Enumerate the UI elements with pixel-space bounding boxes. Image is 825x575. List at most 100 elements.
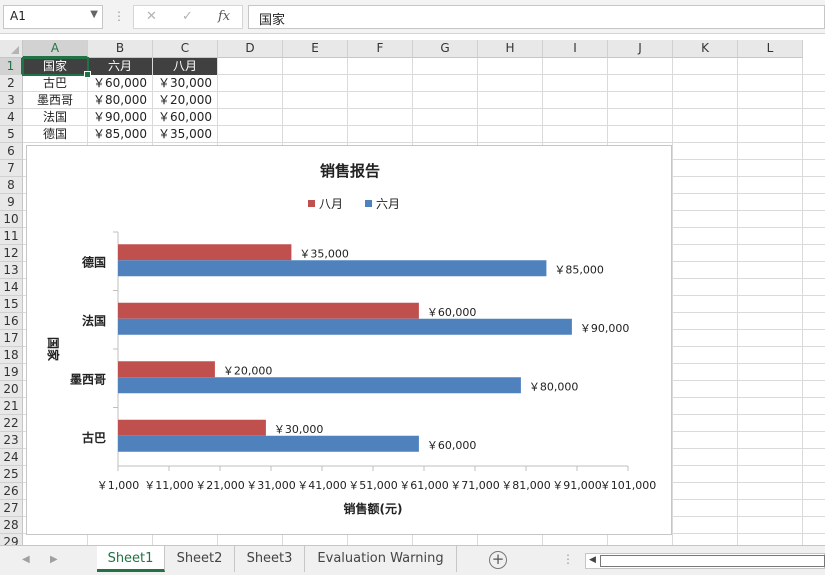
- row-header-26[interactable]: 26: [0, 483, 23, 500]
- cancel-icon[interactable]: ✕: [146, 9, 157, 24]
- table-cell[interactable]: 古巴: [23, 75, 87, 92]
- row-header-15[interactable]: 15: [0, 296, 23, 313]
- name-box-value: A1: [10, 9, 26, 23]
- y-tick-label: 法国: [82, 313, 106, 328]
- select-all-button[interactable]: [0, 40, 23, 58]
- column-header-b[interactable]: B: [88, 40, 153, 58]
- data-label: ￥35,000: [299, 247, 349, 260]
- x-tick-label: ￥51,000: [348, 479, 398, 492]
- formula-bar: A1 ▼ ⋮ ✕ ✓ fx 国家: [0, 0, 825, 34]
- row-header-24[interactable]: 24: [0, 449, 23, 466]
- row-header-22[interactable]: 22: [0, 415, 23, 432]
- table-cell[interactable]: ￥80,000: [88, 92, 152, 109]
- row-header-8[interactable]: 8: [0, 177, 23, 194]
- y-axis-title: 国家: [46, 337, 61, 362]
- column-header-l[interactable]: L: [738, 40, 803, 58]
- row-header-4[interactable]: 4: [0, 109, 23, 126]
- column-header-j[interactable]: J: [608, 40, 673, 58]
- column-header-g[interactable]: G: [413, 40, 478, 58]
- more-options-icon: ⋮: [113, 9, 125, 23]
- data-label: ￥60,000: [427, 306, 477, 319]
- chart-title: 销售报告: [320, 162, 380, 180]
- row-header-1[interactable]: 1: [0, 58, 23, 75]
- sheet-tab-3[interactable]: Sheet3: [235, 546, 305, 572]
- chart-svg: 销售报告八月 六月 ￥1,000 ￥11,000 ￥21,000 ￥31,000 ￥41,0…: [46, 162, 656, 516]
- sales-chart[interactable]: 销售报告 八月 六月 ￥1,000 ￥11,000 ￥21,000 ￥31,000 ￥41,0…: [26, 145, 672, 535]
- table-cell[interactable]: ￥20,000: [153, 92, 217, 109]
- function-icon[interactable]: fx: [218, 9, 230, 24]
- row-header-14[interactable]: 14: [0, 279, 23, 296]
- row-header-23[interactable]: 23: [0, 432, 23, 449]
- sheet-tab-1[interactable]: Sheet1: [97, 546, 165, 572]
- row-header-2[interactable]: 2: [0, 75, 23, 92]
- row-header-16[interactable]: 16: [0, 313, 23, 330]
- scroll-left-icon[interactable]: ◀: [589, 555, 596, 565]
- gridline-vertical: [737, 58, 738, 545]
- row-header-5[interactable]: 5: [0, 126, 23, 143]
- add-sheet-icon[interactable]: +: [489, 551, 507, 569]
- row-header-11[interactable]: 11: [0, 228, 23, 245]
- scrollbar-thumb[interactable]: [600, 555, 825, 567]
- row-header-7[interactable]: 7: [0, 160, 23, 177]
- row-header-19[interactable]: 19: [0, 364, 23, 381]
- table-cell[interactable]: ￥35,000: [153, 126, 217, 143]
- column-header-f[interactable]: F: [348, 40, 413, 58]
- row-header-9[interactable]: 9: [0, 194, 23, 211]
- table-header-cell[interactable]: 六月: [88, 58, 152, 75]
- row-header-10[interactable]: 10: [0, 211, 23, 228]
- row-header-12[interactable]: 12: [0, 245, 23, 262]
- sheet-tab-bar: ◀ ▶ Sheet1 Sheet2 Sheet3 Evaluation Warn…: [0, 545, 825, 575]
- table-cell[interactable]: 德国: [23, 126, 87, 143]
- row-header-29[interactable]: 29: [0, 534, 23, 545]
- table-cell[interactable]: 法国: [23, 109, 87, 126]
- column-header-c[interactable]: C: [153, 40, 218, 58]
- data-label: ￥30,000: [274, 423, 324, 436]
- worksheet-grid[interactable]: ABCDEFGHIJKL 1 2 3 4 5 6 7 8 9 10 11 12 13 14 15 16 17 18…: [0, 40, 825, 545]
- row-header-21[interactable]: 21: [0, 398, 23, 415]
- gridline-vertical: [802, 58, 803, 545]
- legend-swatch: [308, 200, 315, 207]
- formula-buttons: ✕ ✓ fx: [133, 5, 243, 29]
- table-cell[interactable]: 墨西哥: [23, 92, 87, 109]
- sheet-tab-evaluation-warning[interactable]: Evaluation Warning: [305, 546, 457, 572]
- formula-input[interactable]: 国家: [248, 5, 825, 29]
- column-header-e[interactable]: E: [283, 40, 348, 58]
- row-header-3[interactable]: 3: [0, 92, 23, 109]
- x-tick-label: ￥31,000: [246, 479, 296, 492]
- bar-八月: [118, 302, 419, 319]
- row-header-27[interactable]: 27: [0, 500, 23, 517]
- tab-prev-icon[interactable]: ◀: [22, 554, 30, 565]
- x-tick-label: ￥71,000: [450, 479, 500, 492]
- row-header-20[interactable]: 20: [0, 381, 23, 398]
- chevron-down-icon[interactable]: ▼: [90, 9, 98, 20]
- row-header-6[interactable]: 6: [0, 143, 23, 160]
- table-cell[interactable]: ￥30,000: [153, 75, 217, 92]
- row-header-25[interactable]: 25: [0, 466, 23, 483]
- table-cell[interactable]: ￥90,000: [88, 109, 152, 126]
- x-tick-label: ￥11,000: [144, 479, 194, 492]
- table-cell[interactable]: ￥60,000: [88, 75, 152, 92]
- row-header-28[interactable]: 28: [0, 517, 23, 534]
- row-header-13[interactable]: 13: [0, 262, 23, 279]
- y-tick-label: 古巴: [82, 430, 106, 445]
- x-axis-title: 销售额(元): [344, 501, 403, 516]
- row-header-18[interactable]: 18: [0, 347, 23, 364]
- column-header-h[interactable]: H: [478, 40, 543, 58]
- table-cell[interactable]: ￥60,000: [153, 109, 217, 126]
- table-cell[interactable]: ￥85,000: [88, 126, 152, 143]
- bar-六月: [118, 435, 419, 452]
- row-header-17[interactable]: 17: [0, 330, 23, 347]
- column-header-k[interactable]: K: [673, 40, 738, 58]
- tab-next-icon[interactable]: ▶: [50, 554, 58, 565]
- data-label: ￥20,000: [223, 364, 273, 377]
- data-label: ￥85,000: [554, 263, 604, 276]
- table-header-cell[interactable]: 八月: [153, 58, 217, 75]
- column-header-d[interactable]: D: [218, 40, 283, 58]
- sheet-tab-2[interactable]: Sheet2: [165, 546, 235, 572]
- column-header-a[interactable]: A: [23, 40, 88, 58]
- bar-六月: [118, 260, 547, 277]
- selection-box: [22, 57, 91, 78]
- column-header-i[interactable]: I: [543, 40, 608, 58]
- check-icon[interactable]: ✓: [182, 9, 193, 24]
- name-box[interactable]: A1 ▼: [3, 5, 103, 29]
